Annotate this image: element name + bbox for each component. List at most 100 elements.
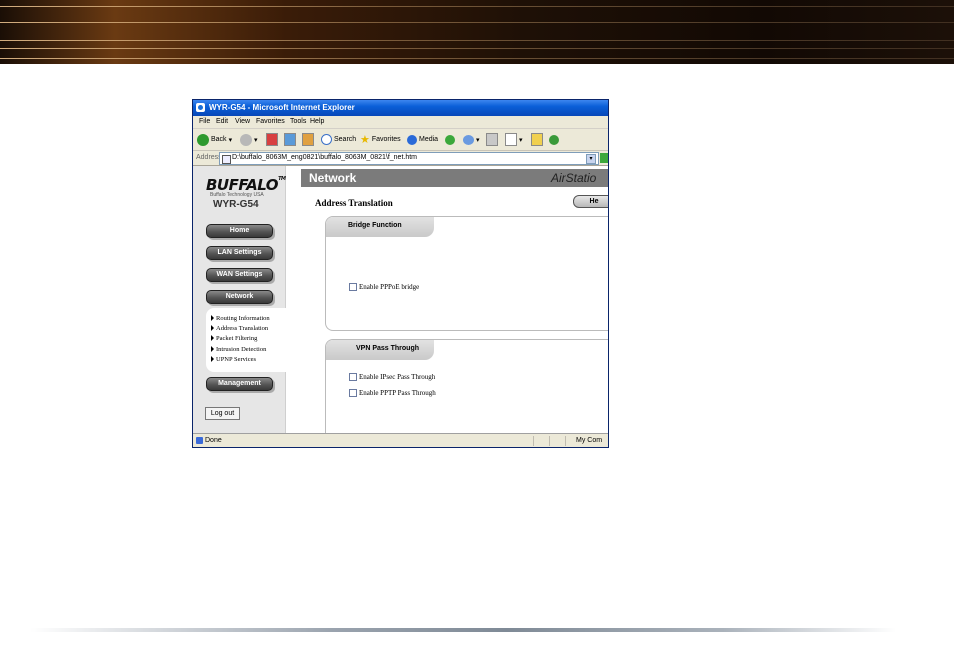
address-input[interactable]: D:\buffalo_8063M_eng0821\buffalo_8063M_0… xyxy=(219,152,599,165)
nav-management[interactable]: Management xyxy=(206,377,273,391)
messenger-icon xyxy=(549,134,559,145)
chevron-down-icon: ▾ xyxy=(519,136,523,144)
section-title: Network xyxy=(309,171,357,185)
ipsec-label: Enable IPsec Pass Through xyxy=(359,373,436,381)
submenu-packet-filtering[interactable]: Packet Filtering xyxy=(211,335,257,342)
pppoe-bridge-label: Enable PPPoE bridge xyxy=(359,283,420,291)
bridge-function-panel: Bridge Function Enable PPPoE bridge xyxy=(325,216,608,331)
forward-arrow-icon xyxy=(240,133,252,146)
menu-edit[interactable]: Edit xyxy=(216,118,228,125)
favorites-button[interactable]: ★ Favorites xyxy=(360,133,401,146)
back-button[interactable]: Back ▾ xyxy=(197,133,232,146)
submenu-upnp-services[interactable]: UPNP Services xyxy=(211,356,256,363)
page-content: BUFFALOTM Buffalo Technology USA WYR-G54… xyxy=(193,166,608,433)
chevron-down-icon: ▾ xyxy=(228,136,233,144)
section-header: Network AirStatio xyxy=(301,169,608,187)
media-label: Media xyxy=(419,136,439,143)
print-button[interactable] xyxy=(486,133,498,146)
status-text: Done xyxy=(205,437,222,444)
folder-icon xyxy=(531,133,543,146)
logo-subtitle: Buffalo Technology USA xyxy=(210,192,264,198)
title-bar: WYR-G54 - Microsoft Internet Explorer xyxy=(193,100,608,116)
nav-network[interactable]: Network xyxy=(206,290,273,304)
security-zone: My Com xyxy=(576,437,603,444)
star-icon: ★ xyxy=(360,134,370,146)
checkbox-box[interactable] xyxy=(349,389,357,397)
menu-tools[interactable]: Tools xyxy=(290,118,306,125)
network-submenu: Routing Information Address Translation … xyxy=(206,308,286,372)
checkbox-box[interactable] xyxy=(349,373,357,381)
browser-window: WYR-G54 - Microsoft Internet Explorer Fi… xyxy=(192,99,609,448)
status-divider xyxy=(565,436,566,446)
address-bar: Address D:\buffalo_8063M_eng0821\buffalo… xyxy=(193,151,608,166)
bridge-function-tab: Bridge Function xyxy=(326,217,434,237)
model-name: WYR-G54 xyxy=(213,199,259,210)
media-icon xyxy=(407,134,417,145)
vpn-pass-through-panel: VPN Pass Through Enable IPsec Pass Throu… xyxy=(325,339,608,433)
history-button[interactable] xyxy=(445,133,455,146)
back-label: Back xyxy=(211,136,227,143)
checkbox-box[interactable] xyxy=(349,283,357,291)
search-button[interactable]: Search xyxy=(321,133,356,146)
folder-button[interactable] xyxy=(531,133,543,146)
pptp-pass-through-checkbox[interactable]: Enable PPTP Pass Through xyxy=(349,389,436,397)
menu-favorites[interactable]: Favorites xyxy=(256,118,285,125)
nav-lan-settings[interactable]: LAN Settings xyxy=(206,246,273,260)
footer-divider xyxy=(30,628,896,632)
submenu-address-translation[interactable]: Address Translation xyxy=(211,325,268,332)
top-banner xyxy=(0,0,954,64)
main-panel: Network AirStatio Address Translation He… xyxy=(301,166,608,433)
sidebar: BUFFALOTM Buffalo Technology USA WYR-G54… xyxy=(193,166,286,433)
menu-bar: File Edit View Favorites Tools Help xyxy=(193,116,608,129)
stop-icon xyxy=(266,133,278,146)
menu-help[interactable]: Help xyxy=(310,118,324,125)
status-bar: Done My Com xyxy=(193,433,608,447)
refresh-icon xyxy=(284,133,296,146)
page-icon xyxy=(222,155,231,164)
back-arrow-icon xyxy=(197,133,209,146)
logout-button[interactable]: Log out xyxy=(205,407,240,420)
messenger-button[interactable] xyxy=(549,133,559,146)
airstation-logo: AirStatio xyxy=(551,171,597,185)
address-dropdown-icon[interactable]: ▾ xyxy=(586,154,596,164)
home-button[interactable] xyxy=(302,133,314,146)
edit-button[interactable]: ▾ xyxy=(505,133,523,146)
status-divider xyxy=(533,436,534,446)
pppoe-bridge-checkbox[interactable]: Enable PPPoE bridge xyxy=(349,283,419,291)
vpn-pass-through-title: VPN Pass Through xyxy=(356,345,420,352)
search-label: Search xyxy=(334,136,357,143)
nav-home[interactable]: Home xyxy=(206,224,273,238)
page-title: Address Translation xyxy=(315,198,393,208)
history-icon xyxy=(445,134,455,145)
submenu-intrusion-detection[interactable]: Intrusion Detection xyxy=(211,346,266,353)
print-icon xyxy=(486,133,498,146)
home-icon xyxy=(302,133,314,146)
address-label: Address xyxy=(196,154,222,161)
chevron-down-icon: ▾ xyxy=(254,136,258,144)
submenu-routing-information[interactable]: Routing Information xyxy=(211,315,270,322)
nav-wan-settings[interactable]: WAN Settings xyxy=(206,268,273,282)
mail-button[interactable]: ▾ xyxy=(463,133,480,146)
pptp-label: Enable PPTP Pass Through xyxy=(359,389,436,397)
forward-button[interactable]: ▾ xyxy=(240,133,258,146)
word-icon xyxy=(505,133,517,146)
stop-button[interactable] xyxy=(266,133,278,146)
search-icon xyxy=(321,134,332,145)
window-title: WYR-G54 - Microsoft Internet Explorer xyxy=(209,103,355,112)
status-divider xyxy=(549,436,550,446)
address-value: D:\buffalo_8063M_eng0821\buffalo_8063M_0… xyxy=(232,154,418,161)
refresh-button[interactable] xyxy=(284,133,296,146)
media-button[interactable]: Media xyxy=(407,133,438,146)
vpn-pass-through-tab: VPN Pass Through xyxy=(326,340,434,360)
ipsec-pass-through-checkbox[interactable]: Enable IPsec Pass Through xyxy=(349,373,435,381)
toolbar: Back ▾ ▾ Search ★ Favorites Media ▾ ▾ xyxy=(193,129,608,151)
menu-view[interactable]: View xyxy=(235,118,250,125)
go-button[interactable] xyxy=(600,153,608,163)
help-button[interactable]: He xyxy=(573,195,608,208)
menu-file[interactable]: File xyxy=(199,118,210,125)
mail-icon xyxy=(463,134,474,145)
page-status-icon xyxy=(196,437,203,444)
favorites-label: Favorites xyxy=(371,136,401,143)
chevron-down-icon: ▾ xyxy=(476,136,480,144)
ie-icon xyxy=(196,103,205,112)
